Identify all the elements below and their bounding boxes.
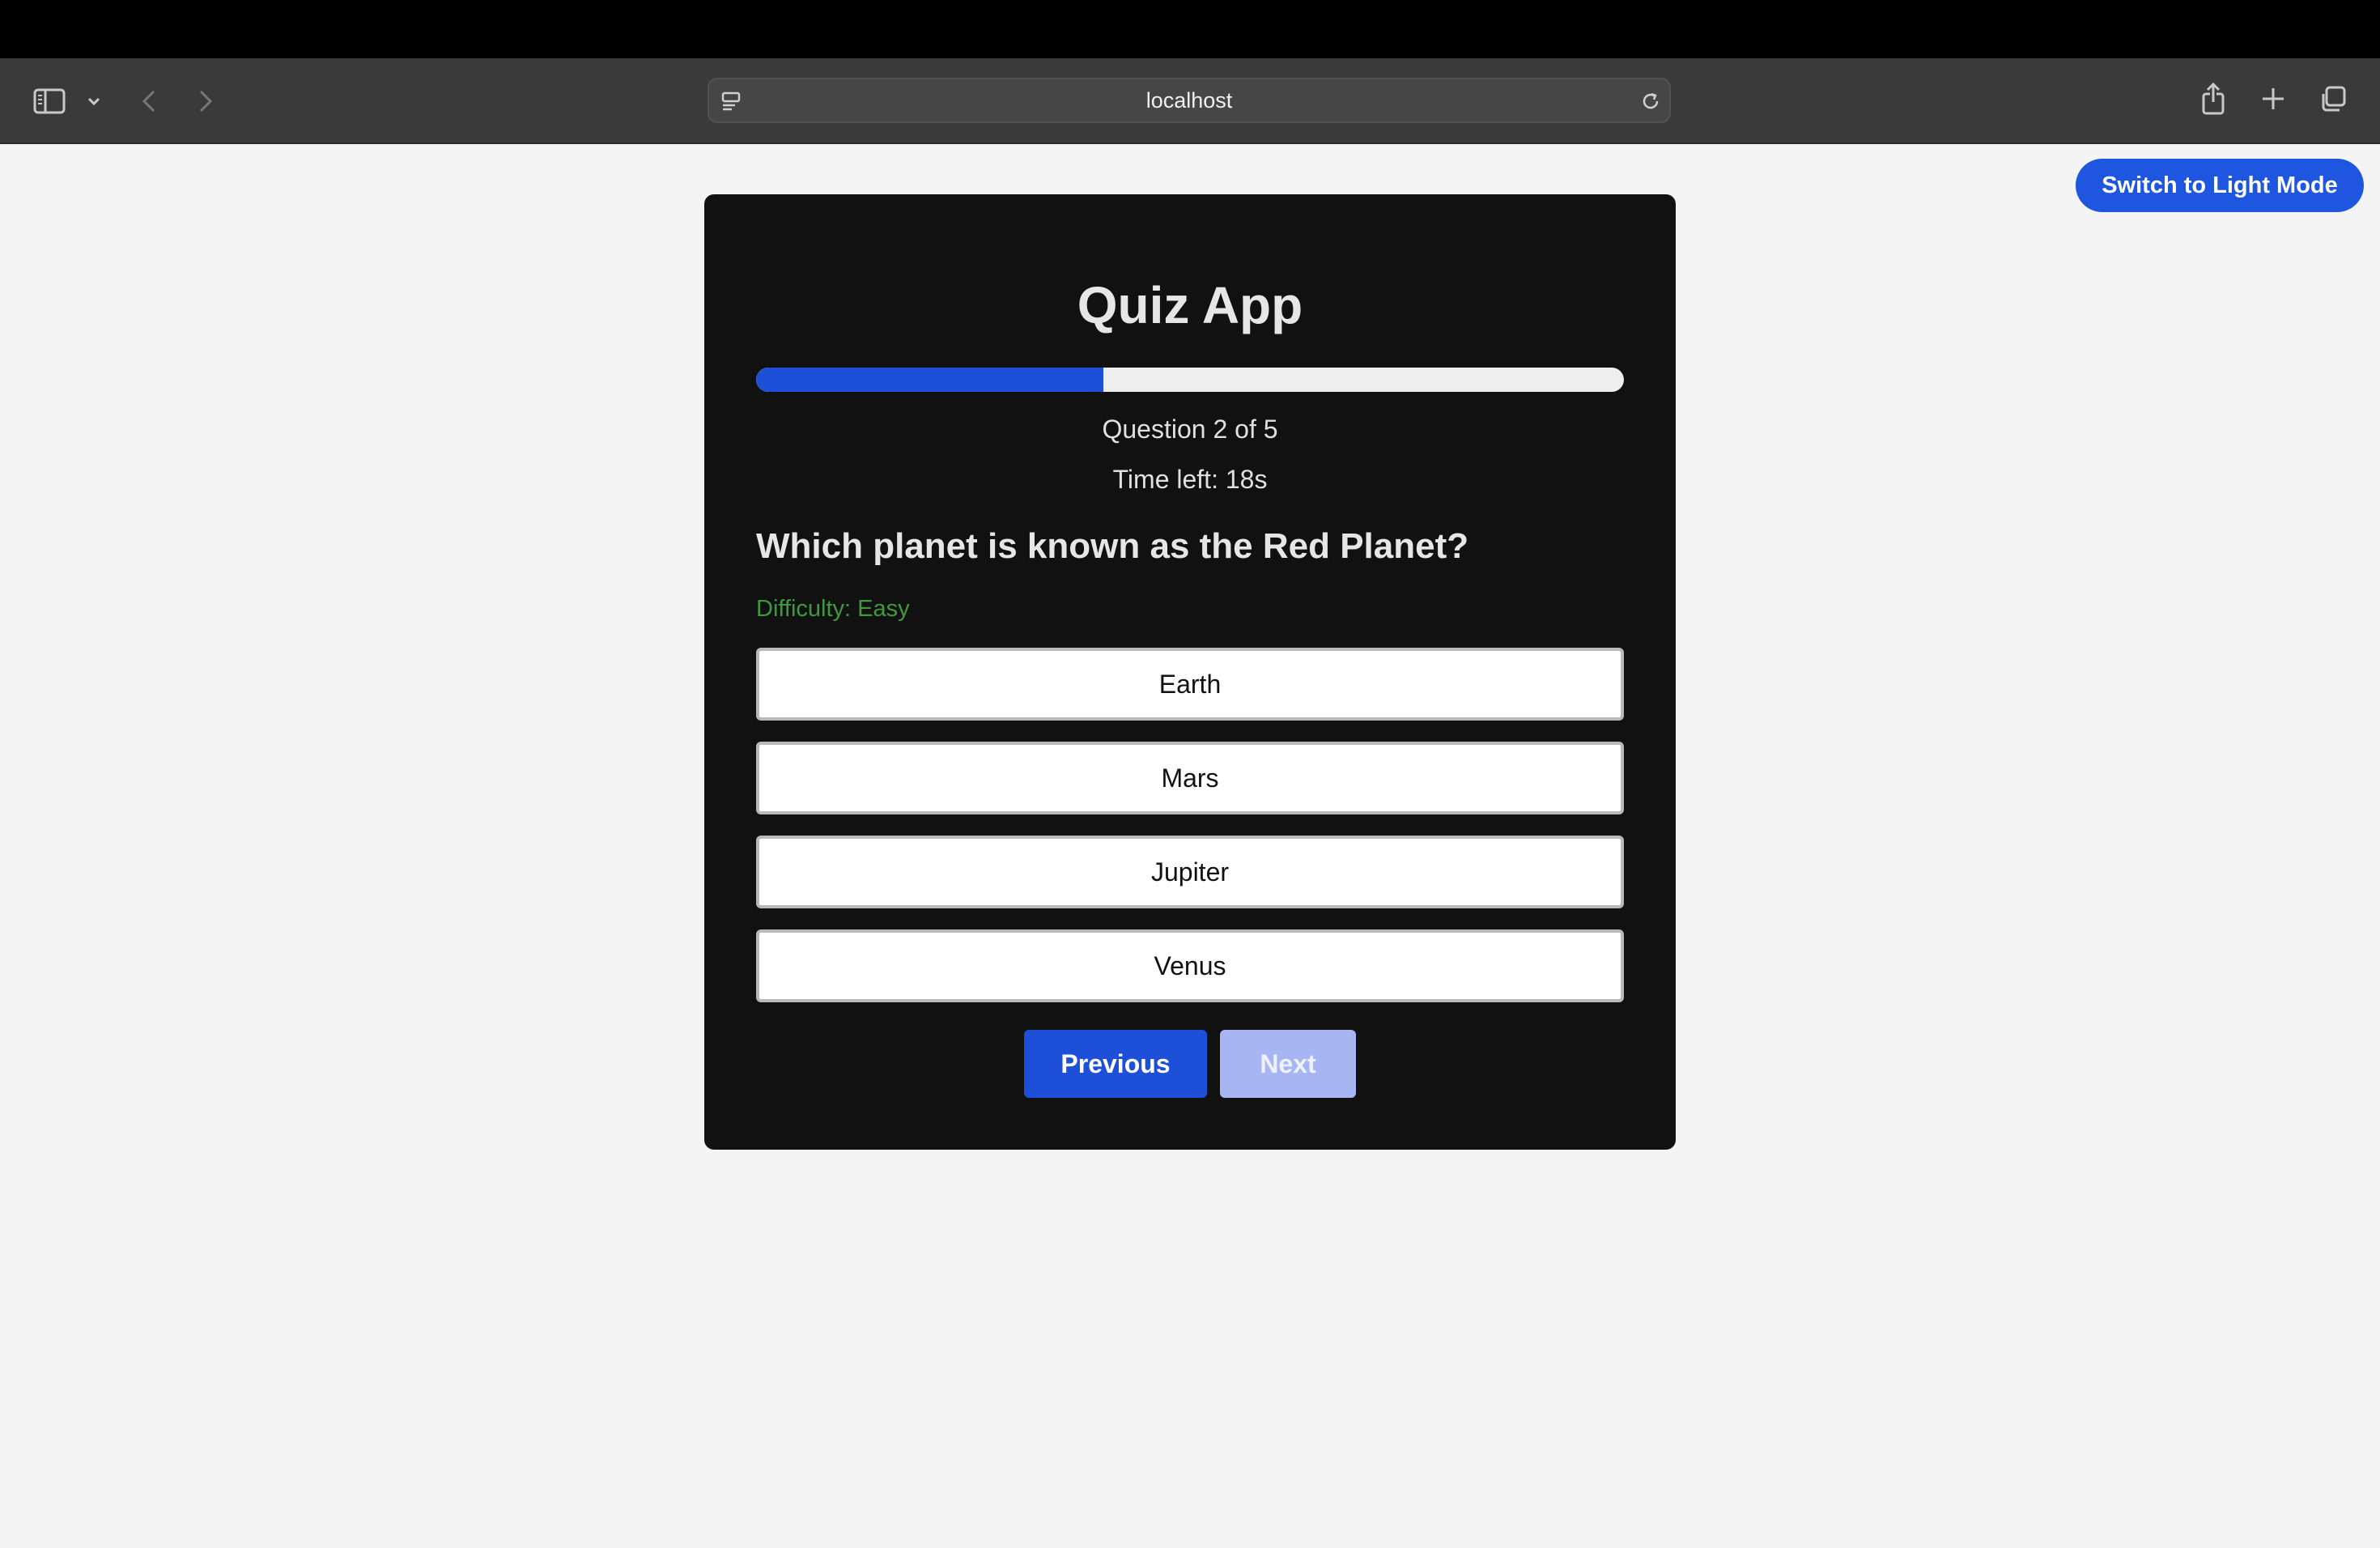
- tab-overview-icon[interactable]: [2317, 83, 2349, 115]
- quiz-navigation: Previous Next: [704, 1030, 1676, 1098]
- progress-bar-fill: [756, 368, 1103, 392]
- question-text: Which planet is known as the Red Planet?: [756, 526, 1469, 566]
- reload-icon[interactable]: [1638, 89, 1663, 113]
- next-button[interactable]: Next: [1220, 1030, 1356, 1098]
- progress-bar: [756, 368, 1624, 392]
- difficulty-label: Difficulty: Easy: [756, 596, 910, 622]
- previous-button[interactable]: Previous: [1024, 1030, 1207, 1098]
- answer-option[interactable]: Jupiter: [756, 836, 1624, 908]
- theme-toggle-button[interactable]: Switch to Light Mode: [2076, 159, 2364, 212]
- forward-arrow-icon[interactable]: [193, 87, 219, 115]
- chevron-down-icon[interactable]: [84, 91, 104, 112]
- sidebar-toggle-icon[interactable]: [31, 83, 68, 120]
- back-arrow-icon[interactable]: [136, 87, 162, 115]
- timer-text: Time left: 18s: [1112, 465, 1268, 494]
- system-menu-bar: [0, 0, 2380, 58]
- new-tab-icon[interactable]: [2259, 84, 2288, 113]
- answer-option[interactable]: Earth: [756, 648, 1624, 721]
- answer-option[interactable]: Venus: [756, 929, 1624, 1002]
- answer-options: Earth Mars Jupiter Venus: [756, 648, 1624, 1023]
- question-counter: Question 2 of 5: [1102, 415, 1278, 444]
- quiz-title: Quiz App: [1077, 276, 1303, 334]
- quiz-card: Quiz App Question 2 of 5 Time left: 18s …: [704, 194, 1676, 1150]
- url-text: localhost: [1145, 88, 1233, 113]
- browser-toolbar: localhost: [0, 58, 2380, 144]
- answer-option[interactable]: Mars: [756, 742, 1624, 814]
- address-bar[interactable]: localhost: [708, 78, 1671, 123]
- share-icon[interactable]: [2197, 81, 2229, 117]
